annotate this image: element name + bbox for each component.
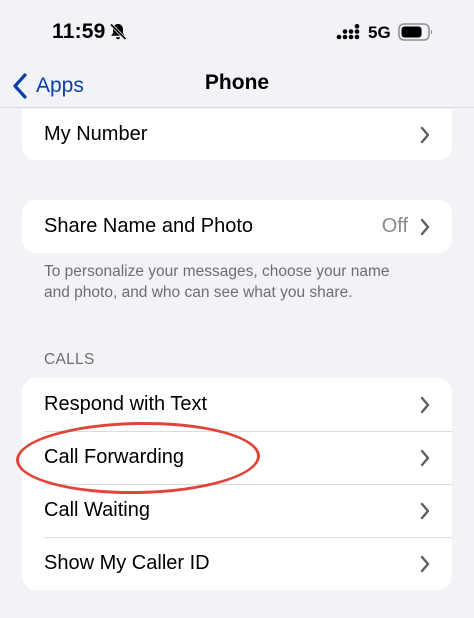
back-button-label: Apps (36, 74, 84, 97)
chevron-right-icon (420, 126, 430, 143)
calls-section-header: CALLS (44, 351, 95, 368)
chevron-left-icon (13, 73, 27, 99)
battery-icon (398, 23, 433, 41)
network-label: 5G (368, 23, 391, 42)
my-number-group: My Number (22, 109, 452, 160)
share-name-photo-value: Off (381, 215, 408, 237)
chevron-right-icon (420, 396, 430, 413)
call-forwarding-row[interactable]: Call Forwarding (22, 431, 452, 484)
back-button[interactable]: Apps (12, 70, 84, 102)
chevron-right-icon (420, 218, 430, 235)
respond-with-text-label: Respond with Text (44, 393, 208, 415)
chevron-right-icon (420, 555, 430, 572)
chevron-right-icon (420, 449, 430, 466)
chevron-right-icon (420, 502, 430, 519)
my-number-label: My Number (44, 123, 148, 145)
bell-slash-icon (109, 23, 127, 41)
my-number-row[interactable]: My Number (22, 109, 452, 160)
show-caller-id-row[interactable]: Show My Caller ID (22, 537, 452, 590)
status-time: 11:59 (52, 20, 106, 43)
share-footnote: To personalize your messages, choose you… (44, 263, 390, 301)
call-waiting-row[interactable]: Call Waiting (22, 484, 452, 537)
share-name-photo-label: Share Name and Photo (44, 215, 254, 237)
calls-group: Respond with Text Call Forwarding Call W… (22, 378, 452, 590)
share-name-group: Share Name and Photo Off (22, 200, 452, 253)
call-forwarding-label: Call Forwarding (44, 446, 185, 468)
navigation-bar: Phone Apps (0, 64, 474, 108)
respond-with-text-row[interactable]: Respond with Text (22, 378, 452, 431)
status-bar: 11:59 5G (0, 0, 474, 64)
share-name-photo-row[interactable]: Share Name and Photo Off (22, 200, 452, 253)
signal-icon (336, 24, 360, 40)
show-caller-id-label: Show My Caller ID (44, 552, 210, 574)
call-waiting-label: Call Waiting (44, 499, 150, 521)
